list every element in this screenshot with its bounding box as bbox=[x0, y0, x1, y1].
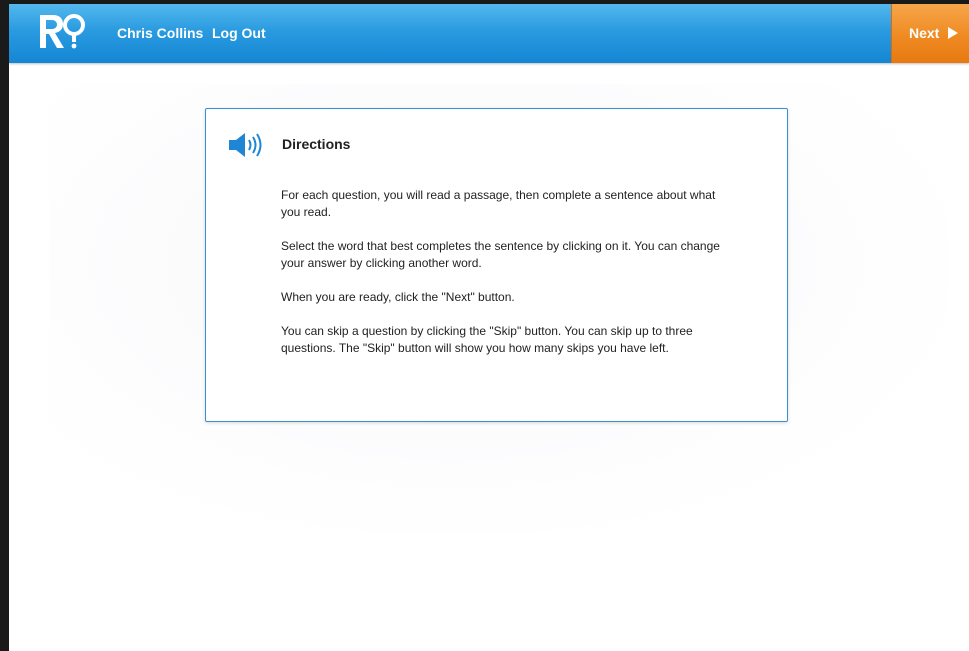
directions-paragraph-2: Select the word that best completes the … bbox=[281, 239, 720, 270]
next-button-label: Next bbox=[909, 25, 940, 41]
directions-title: Directions bbox=[282, 136, 351, 152]
user-name-link[interactable]: Chris Collins bbox=[117, 25, 203, 41]
speaker-icon[interactable] bbox=[228, 132, 262, 158]
directions-paragraph-1: For each question, you will read a passa… bbox=[281, 188, 716, 219]
directions-panel: Directions For each question, you will r… bbox=[205, 108, 788, 422]
logout-link[interactable]: Log Out bbox=[212, 25, 266, 41]
top-bar: Chris Collins Log Out Next bbox=[9, 4, 969, 63]
directions-paragraph-4: You can skip a question by clicking the … bbox=[281, 324, 693, 355]
play-arrow-icon bbox=[948, 27, 958, 39]
next-button[interactable]: Next bbox=[891, 4, 969, 63]
directions-paragraph-3: When you are ready, click the "Next" but… bbox=[281, 290, 515, 304]
logo-icon bbox=[40, 14, 85, 49]
